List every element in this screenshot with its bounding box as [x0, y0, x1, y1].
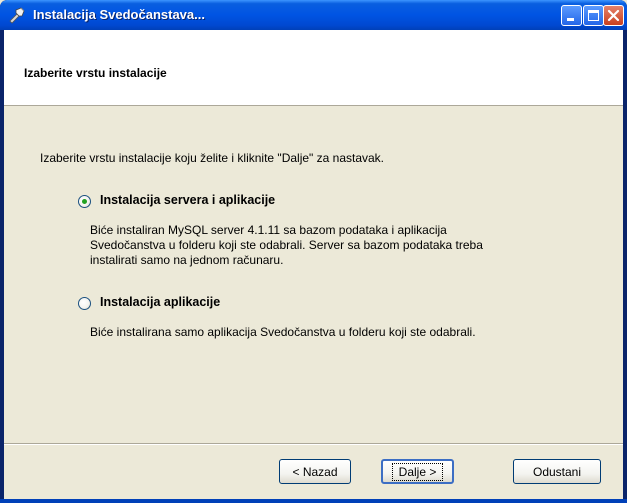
next-button[interactable]: Dalje > — [381, 459, 454, 484]
minimize-button[interactable] — [561, 5, 582, 26]
maximize-button[interactable] — [583, 5, 604, 26]
description-line: Biće instaliran MySQL server 4.1.11 sa b… — [90, 223, 447, 237]
window-title: Instalacija Svedočanstava... — [33, 7, 205, 22]
cancel-button-label: Odustani — [532, 464, 582, 479]
close-button[interactable] — [603, 5, 624, 26]
header-panel: Izaberite vrstu instalacije — [4, 30, 623, 106]
back-button[interactable]: < Nazad — [279, 459, 351, 484]
back-button-label: < Nazad — [292, 464, 338, 479]
option-app-only-description: Biće instalirana samo aplikacija Svedoča… — [90, 325, 476, 340]
page-title: Izaberite vrstu instalacije — [24, 66, 167, 80]
window-bottom-border — [0, 499, 627, 503]
intro-text: Izaberite vrstu instalacije koju želite … — [40, 151, 385, 165]
close-icon — [607, 9, 620, 22]
app-icon — [9, 7, 25, 24]
radio-selected-dot — [82, 199, 87, 204]
radio-server-and-app[interactable] — [78, 195, 91, 208]
option-app-only-label[interactable]: Instalacija aplikacije — [100, 295, 220, 309]
maximize-icon — [588, 10, 599, 21]
dialog-body: Izaberite vrstu instalacije Izaberite vr… — [4, 30, 623, 499]
separator — [4, 443, 623, 445]
minimize-icon — [567, 18, 574, 21]
option-server-and-app-description: Biće instaliran MySQL server 4.1.11 sa b… — [90, 223, 483, 268]
installer-window: Instalacija Svedočanstava... Izaberite v… — [0, 0, 627, 503]
description-line: Svedočanstva u folderu koji ste odabrali… — [90, 238, 483, 252]
title-bar[interactable]: Instalacija Svedočanstava... — [0, 0, 627, 30]
cancel-button[interactable]: Odustani — [513, 459, 601, 484]
next-button-label: Dalje > — [391, 462, 444, 481]
option-server-and-app-label[interactable]: Instalacija servera i aplikacije — [100, 193, 275, 207]
description-line: Biće instalirana samo aplikacija Svedoča… — [90, 325, 476, 339]
description-line: instalirati samo na jednom računaru. — [90, 253, 284, 267]
radio-app-only[interactable] — [78, 297, 91, 310]
